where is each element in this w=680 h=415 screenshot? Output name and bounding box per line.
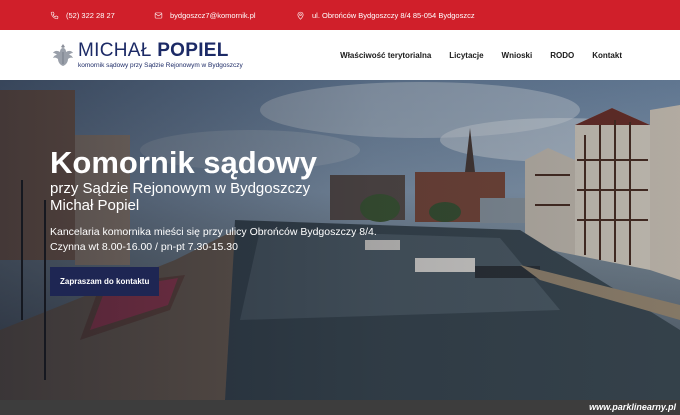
eagle-emblem-icon [53,44,73,66]
contact-bar: (52) 322 28 27 bydgoszcz7@komornik.pl ul… [0,0,680,30]
phone-number: (52) 322 28 27 [66,10,115,20]
contact-phone[interactable]: (52) 322 28 27 [50,0,115,30]
logo-subtitle: komornik sądowy przy Sądzie Rejonowym w … [78,62,243,69]
site-logo[interactable]: MICHAŁ POPIEL komornik sądowy przy Sądzi… [52,39,243,71]
watermark: www.parklinearny.pl [589,402,676,412]
location-pin-icon [297,11,304,20]
hero-address-line: Kancelaria komornika mieści się przy uli… [50,226,377,238]
hero-description: Kancelaria komornika mieści się przy uli… [50,225,377,255]
nav-item-wnioski[interactable]: Wnioski [502,51,533,60]
hero-hours-line: Czynna wt 8.00-16.00 / pn-pt 7.30-15.30 [50,241,238,253]
nav-item-rodo[interactable]: RODO [550,51,574,60]
logo-first-name: MICHAŁ [78,40,152,61]
hero-title: Komornik sądowy [50,145,317,180]
nav-item-licytacje[interactable]: Licytacje [449,51,483,60]
email-address: bydgoszcz7@komornik.pl [170,10,256,20]
phone-icon [50,11,59,19]
logo-name: MICHAŁ POPIEL [78,41,243,60]
address-text: ul. Obrońców Bydgoszczy 8/4 85-054 Bydgo… [312,10,475,20]
bottom-strip [0,400,680,415]
logo-last-name: POPIEL [157,40,229,61]
contact-email[interactable]: bydgoszcz7@komornik.pl [154,0,256,30]
nav-item-kontakt[interactable]: Kontakt [592,51,622,60]
nav-item-wlasciwosc[interactable]: Właściwość terytorialna [340,51,431,60]
hero-subtitle-name: Michał Popiel [50,197,140,214]
contact-address: ul. Obrońców Bydgoszczy 8/4 85-054 Bydgo… [296,0,475,30]
site-header: MICHAŁ POPIEL komornik sądowy przy Sądzi… [0,30,680,80]
contact-cta-button[interactable]: Zapraszam do kontaktu [50,267,160,296]
hero-section: Komornik sądowy przy Sądzie Rejonowym w … [0,80,680,400]
hero-content: Komornik sądowy przy Sądzie Rejonowym w … [50,146,377,296]
envelope-icon [154,12,163,18]
hero-subtitle-court: przy Sądzie Rejonowym w Bydgoszczy [50,180,311,197]
main-nav: Właściwość terytorialna Licytacje Wniosk… [340,30,622,80]
